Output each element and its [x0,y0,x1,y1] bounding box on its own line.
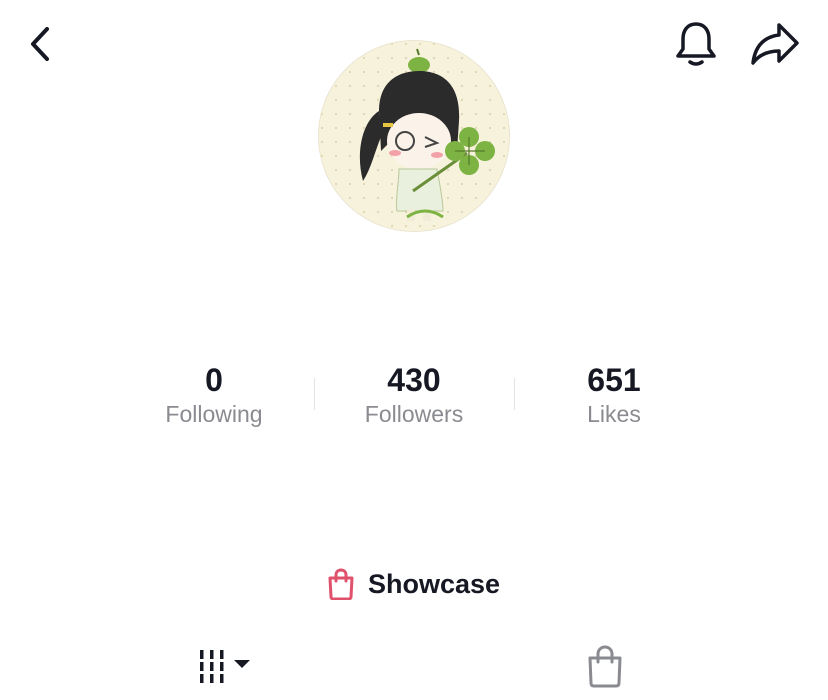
content-tabs [0,630,828,700]
profile-stats: 0 Following 430 Followers 651 Likes [0,360,828,430]
share-arrow-icon [751,23,799,65]
tab-shop[interactable] [570,638,640,694]
stat-followers[interactable]: 430 Followers [314,360,514,428]
shopping-bag-outline-icon [588,645,622,688]
chevron-left-icon [31,27,49,61]
tab-videos[interactable] [180,638,270,694]
following-count: 0 [205,362,223,398]
showcase-button[interactable]: Showcase [326,564,500,604]
showcase-label: Showcase [368,568,501,599]
profile-avatar[interactable] [318,40,510,232]
stats-divider [314,378,315,410]
bell-icon [676,22,716,66]
stat-likes[interactable]: 651 Likes [514,360,714,428]
video-grid-dropdown-icon [200,650,250,683]
likes-label: Likes [587,401,641,427]
shopping-bag-icon [328,568,354,600]
avatar-illustration [319,41,509,231]
notifications-button[interactable] [672,20,720,68]
back-button[interactable] [18,22,62,66]
stats-divider [514,378,515,410]
likes-count: 651 [587,362,641,398]
stat-following[interactable]: 0 Following [114,360,314,428]
share-button[interactable] [748,20,802,68]
followers-label: Followers [364,401,464,427]
followers-count: 430 [387,362,441,398]
following-label: Following [165,401,263,427]
